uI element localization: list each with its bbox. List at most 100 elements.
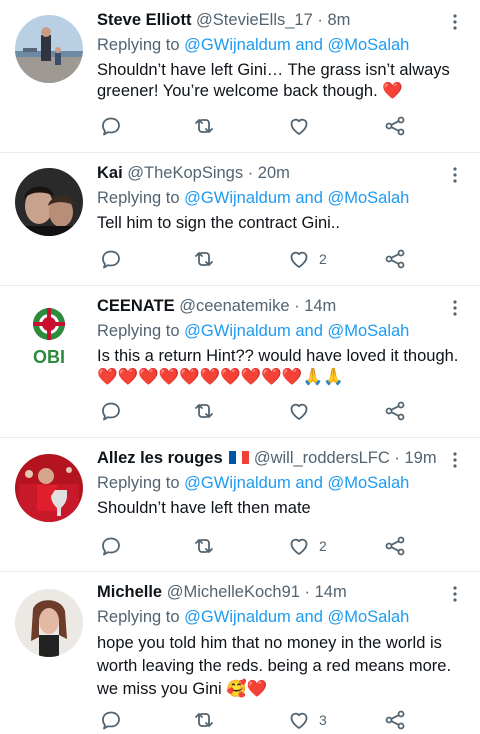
share-button[interactable] bbox=[383, 399, 407, 423]
share-button[interactable] bbox=[383, 708, 407, 732]
avatar-photo bbox=[15, 168, 83, 236]
retweet-icon bbox=[195, 713, 213, 727]
tweet-text: Shouldn’t have left then mate bbox=[97, 499, 311, 517]
mention-link[interactable]: @GWijnaldum bbox=[184, 189, 291, 207]
mention-link[interactable]: @GWijnaldum bbox=[184, 474, 291, 492]
mention-joiner: and bbox=[295, 474, 323, 492]
display-name[interactable]: CEENATE bbox=[97, 297, 175, 315]
mention-link[interactable]: @GWijnaldum bbox=[184, 322, 291, 340]
replying-to: Replying to @GWijnaldum and @MoSalah bbox=[97, 189, 409, 208]
reply-icon bbox=[102, 117, 120, 136]
avatar[interactable] bbox=[15, 15, 83, 83]
share-icon bbox=[385, 536, 405, 556]
avatar[interactable] bbox=[15, 589, 83, 657]
avatar[interactable] bbox=[15, 168, 83, 236]
tweet[interactable]: Allez les rouges @will_roddersLFC · 19m … bbox=[0, 438, 480, 572]
tweet[interactable]: Kai @TheKopSings · 20m Replying to @GWij… bbox=[0, 153, 480, 286]
mention-link[interactable]: @MoSalah bbox=[327, 322, 409, 340]
mention-link[interactable]: @GWijnaldum bbox=[184, 608, 291, 626]
reply-button[interactable] bbox=[99, 708, 131, 732]
more-options-icon[interactable] bbox=[446, 12, 464, 32]
more-options-icon[interactable] bbox=[446, 165, 464, 185]
retweet-button[interactable] bbox=[192, 534, 224, 558]
replying-to: Replying to @GWijnaldum and @MoSalah bbox=[97, 608, 409, 627]
like-button[interactable]: 2 bbox=[287, 534, 327, 558]
retweet-button[interactable] bbox=[192, 114, 224, 138]
replying-to: Replying to @GWijnaldum and @MoSalah bbox=[97, 36, 409, 55]
retweet-icon bbox=[195, 539, 213, 553]
tweet-text: Tell him to sign the contract Gini.. bbox=[97, 214, 341, 232]
share-icon bbox=[385, 401, 405, 421]
share-icon bbox=[385, 116, 405, 136]
timestamp[interactable]: · 14m bbox=[294, 297, 336, 315]
user-handle[interactable]: @StevieElls_17 bbox=[196, 11, 313, 29]
share-button[interactable] bbox=[383, 114, 407, 138]
display-name[interactable]: Steve Elliott bbox=[97, 11, 191, 29]
replying-label: Replying to bbox=[97, 36, 180, 54]
avatar-photo bbox=[15, 589, 83, 657]
mention-link[interactable]: @MoSalah bbox=[327, 474, 409, 492]
heart-icon bbox=[290, 403, 308, 420]
tweet-text: Shouldn’t have left Gini… The grass isn’… bbox=[97, 61, 450, 100]
like-button[interactable]: 3 bbox=[287, 708, 327, 732]
replying-label: Replying to bbox=[97, 608, 180, 626]
user-handle[interactable]: @ceenatemike bbox=[179, 297, 289, 315]
heart-icon bbox=[290, 118, 308, 135]
timestamp[interactable]: · 20m bbox=[248, 164, 290, 182]
like-count: 2 bbox=[319, 251, 327, 267]
mention-joiner: and bbox=[295, 322, 323, 340]
france-flag-icon bbox=[229, 451, 250, 464]
retweet-button[interactable] bbox=[192, 708, 224, 732]
user-handle[interactable]: @TheKopSings bbox=[127, 164, 243, 182]
heart-icon bbox=[290, 538, 308, 555]
mention-link[interactable]: @MoSalah bbox=[327, 36, 409, 54]
more-options-icon[interactable] bbox=[446, 584, 464, 604]
retweet-button[interactable] bbox=[192, 247, 224, 271]
replying-to: Replying to @GWijnaldum and @MoSalah bbox=[97, 474, 409, 493]
share-button[interactable] bbox=[383, 534, 407, 558]
timestamp[interactable]: · 8m bbox=[317, 11, 350, 29]
replying-label: Replying to bbox=[97, 189, 180, 207]
reply-button[interactable] bbox=[99, 534, 131, 558]
like-count: 2 bbox=[319, 538, 327, 554]
tweet-actions bbox=[97, 114, 417, 140]
mention-link[interactable]: @MoSalah bbox=[327, 608, 409, 626]
avatar[interactable] bbox=[15, 454, 83, 522]
mention-link[interactable]: @GWijnaldum bbox=[184, 36, 291, 54]
retweet-icon bbox=[195, 252, 213, 266]
reply-button[interactable] bbox=[99, 247, 131, 271]
retweet-button[interactable] bbox=[192, 399, 224, 423]
tweet[interactable]: Michelle @MichelleKoch91 · 14m Replying … bbox=[0, 572, 480, 730]
more-options-icon[interactable] bbox=[446, 298, 464, 318]
display-name[interactable]: Allez les rouges bbox=[97, 449, 223, 467]
like-button[interactable] bbox=[287, 399, 319, 423]
tweet-actions bbox=[97, 399, 417, 425]
timestamp[interactable]: · 14m bbox=[305, 583, 347, 601]
tweet[interactable]: Steve Elliott @StevieElls_17 · 8m Replyi… bbox=[0, 0, 480, 153]
mention-link[interactable]: @MoSalah bbox=[327, 189, 409, 207]
like-button[interactable] bbox=[287, 114, 319, 138]
reply-icon bbox=[102, 402, 120, 421]
timestamp[interactable]: · 19m bbox=[394, 449, 436, 467]
like-button[interactable]: 2 bbox=[287, 247, 327, 271]
display-name[interactable]: Michelle bbox=[97, 583, 162, 601]
heart-icon bbox=[290, 712, 308, 729]
share-button[interactable] bbox=[383, 247, 407, 271]
tweet-actions: 2 bbox=[97, 247, 417, 273]
avatar-logo: OBI bbox=[15, 302, 83, 370]
tweet[interactable]: OBI CEENATE @ceenatemike · 14m Replying … bbox=[0, 286, 480, 438]
user-handle[interactable]: @will_roddersLFC bbox=[254, 449, 390, 467]
avatar-photo bbox=[15, 15, 83, 83]
more-options-icon[interactable] bbox=[446, 450, 464, 470]
replying-to: Replying to @GWijnaldum and @MoSalah bbox=[97, 322, 409, 341]
share-icon bbox=[385, 249, 405, 269]
tweet-header: Allez les rouges @will_roddersLFC · 19m bbox=[97, 449, 437, 468]
reply-button[interactable] bbox=[99, 114, 131, 138]
display-name[interactable]: Kai bbox=[97, 164, 123, 182]
tweet-actions: 3 bbox=[97, 708, 417, 734]
avatar[interactable]: OBI bbox=[15, 302, 83, 370]
like-count: 3 bbox=[319, 712, 327, 728]
tweet-actions: 2 bbox=[97, 534, 417, 560]
reply-button[interactable] bbox=[99, 399, 131, 423]
user-handle[interactable]: @MichelleKoch91 bbox=[167, 583, 300, 601]
